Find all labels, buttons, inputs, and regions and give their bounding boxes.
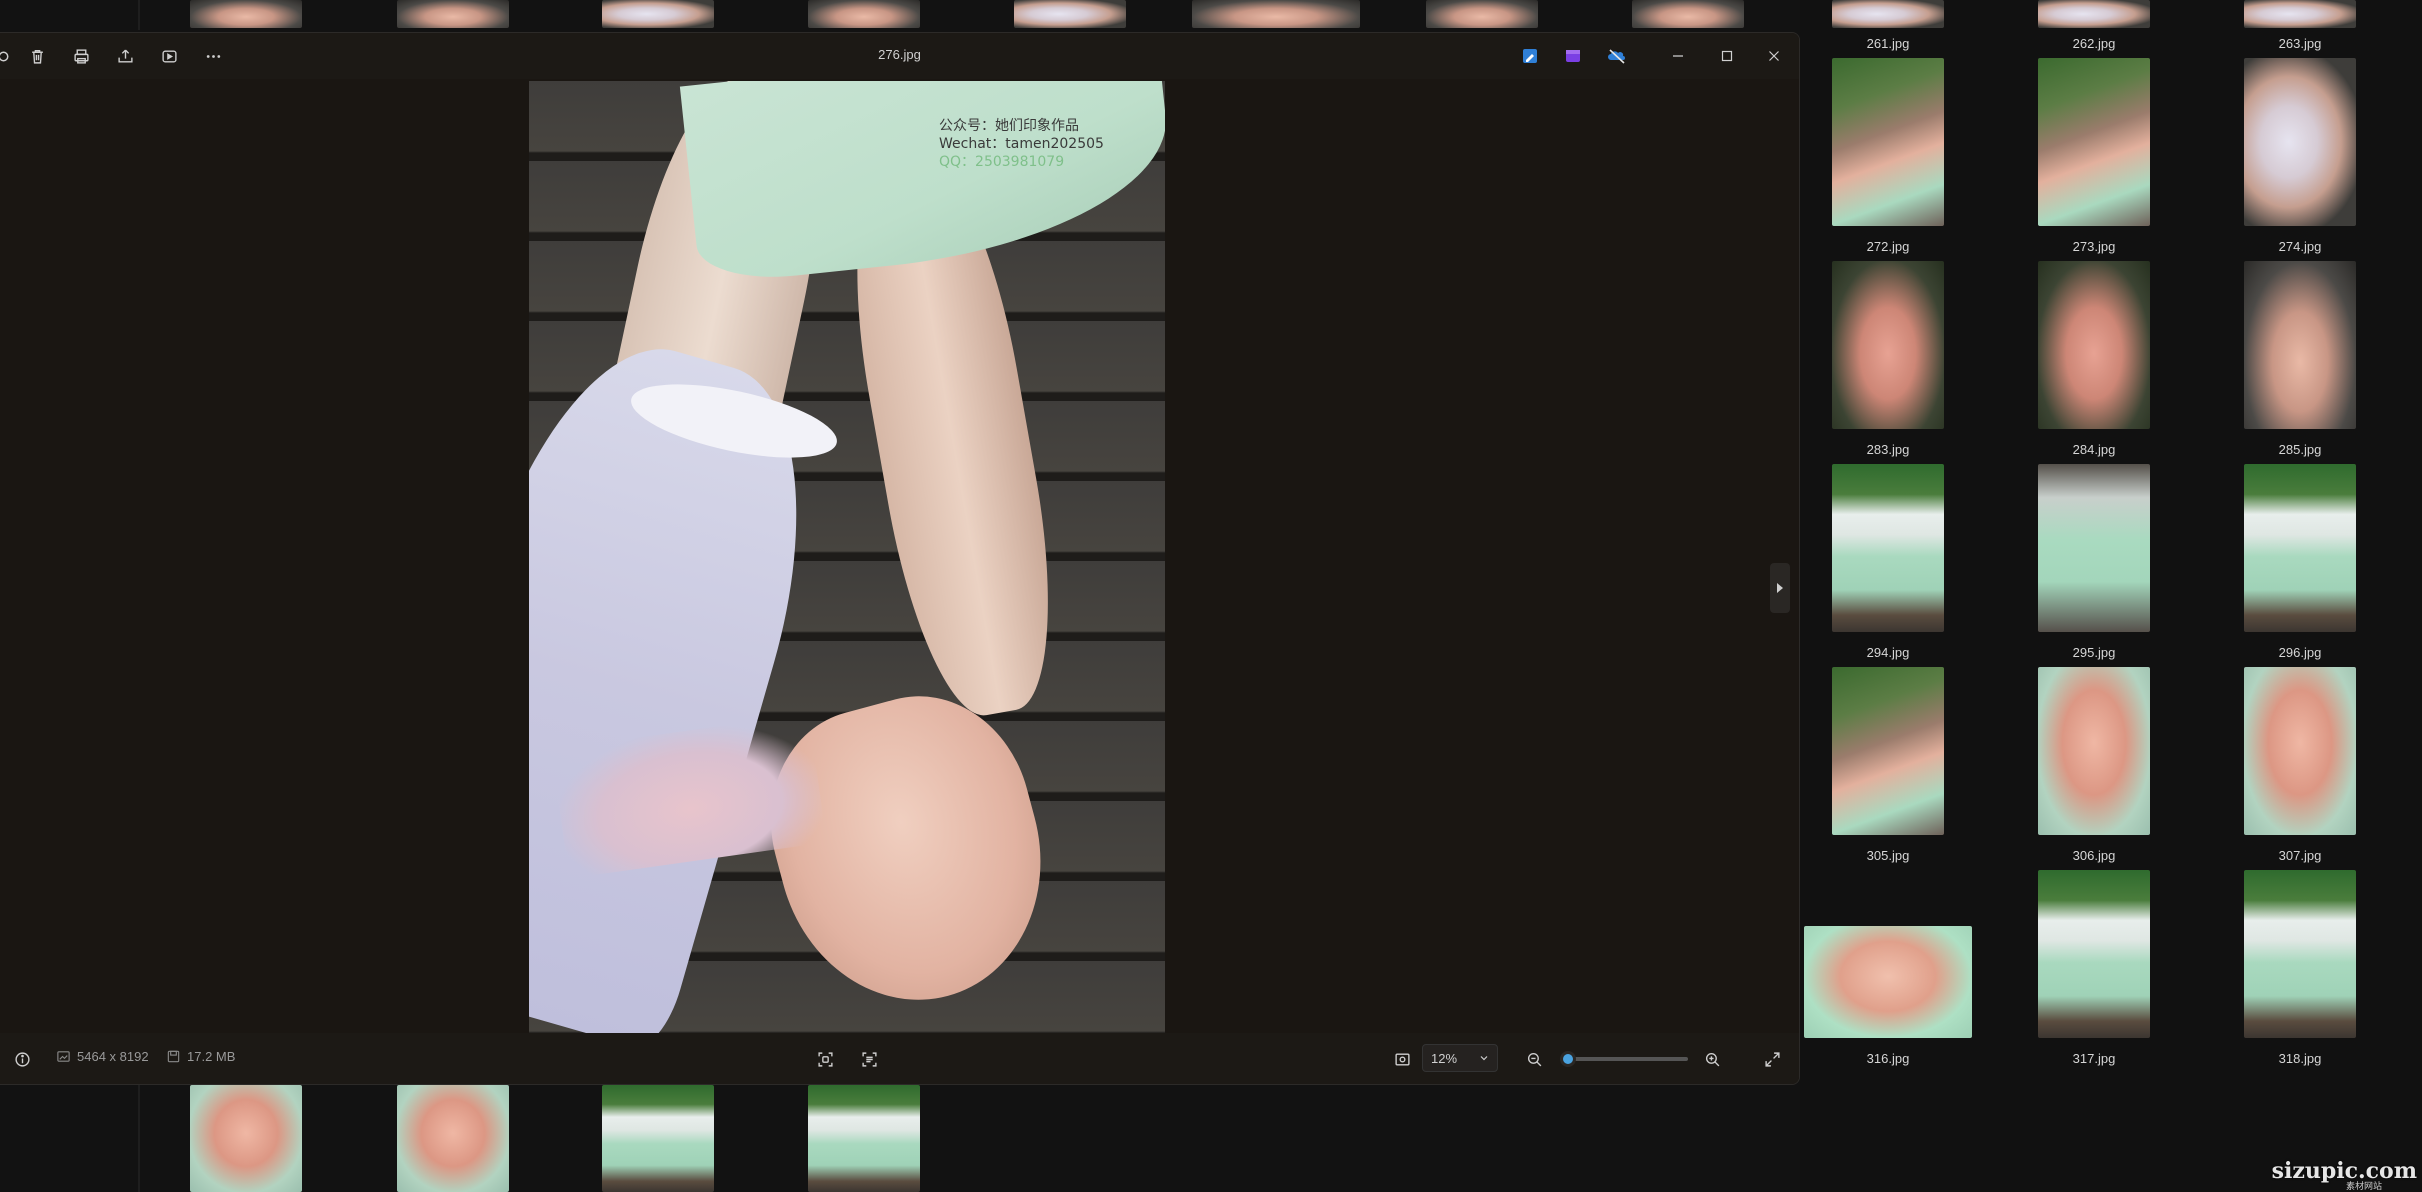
zoom-slider[interactable] [1560,1051,1688,1067]
maximize-icon[interactable] [1712,43,1742,69]
filmstrip-thumbnail[interactable] [1192,0,1360,28]
chevron-down-icon [1480,1056,1488,1061]
divider [138,0,140,30]
photo-viewer-window: 276.jpg 公众号：她们印象作品 Wechat：tamen202505 QQ… [0,32,1800,1085]
text-scan-icon[interactable] [857,1047,881,1071]
background-filmstrip-top [0,0,1800,30]
next-image-button[interactable] [1770,563,1790,613]
dimensions-text: 5464 x 8192 [77,1049,149,1064]
gallery-thumbnail[interactable] [2244,870,2356,1038]
gallery-item[interactable]: 316.jpg [1804,0,1972,1192]
background-filmstrip-bottom [0,1085,1800,1192]
filmstrip-thumbnail[interactable] [602,0,714,28]
gallery-thumbnail[interactable] [1804,926,1972,1038]
gallery-item-label: 318.jpg [2278,1051,2322,1066]
image-watermark-line1: 公众号：她们印象作品 [939,118,1079,134]
zoom-level-text: 12% [1431,1050,1458,1066]
save-disk-icon [167,1050,180,1063]
clipchamp-icon[interactable] [1563,46,1583,66]
more-icon[interactable] [200,43,226,69]
title-bar: 276.jpg [0,33,1799,79]
trash-icon[interactable] [24,43,50,69]
gallery-item-label: 317.jpg [2072,1051,2116,1066]
share-icon[interactable] [112,43,138,69]
printer-icon[interactable] [68,43,94,69]
displayed-photo[interactable]: 公众号：她们印象作品 Wechat：tamen202505 QQ：2503981… [529,81,1165,1037]
fit-to-window-icon[interactable] [1390,1047,1414,1071]
filmstrip-thumbnail[interactable] [397,1085,509,1192]
filmstrip-thumbnail[interactable] [1014,0,1126,28]
chevron-right-icon [1777,583,1783,593]
zoom-level-dropdown[interactable]: 12% [1422,1044,1498,1072]
divider [138,1085,140,1192]
gallery-item-label: 316.jpg [1866,1051,1910,1066]
image-watermark-line2: Wechat：tamen202505 [939,136,1104,152]
status-bar: 5464 x 8192 17.2 MB 12% [0,1033,1799,1084]
filmstrip-thumbnail[interactable] [190,0,302,28]
filmstrip-thumbnail[interactable] [808,0,920,28]
file-size-text: 17.2 MB [187,1049,236,1064]
zoom-slider-handle[interactable] [1560,1051,1576,1067]
thumbnail-gallery: 261.jpg 262.jpg 263.jpg 272.jpg 273.jpg 274.j… [1800,0,2422,1192]
gallery-thumbnail[interactable] [2038,870,2150,1038]
info-icon[interactable] [10,1047,34,1071]
minimize-icon[interactable] [1663,43,1693,69]
filmstrip-thumbnail[interactable] [1426,0,1538,28]
site-watermark-sub: 素材网站 [2345,1182,2382,1192]
filmstrip-thumbnail[interactable] [602,1085,714,1192]
edit-app-icon[interactable] [1520,46,1540,66]
fullscreen-icon[interactable] [1760,1047,1784,1071]
dimensions-icon [57,1051,70,1062]
gallery-item[interactable]: 317.jpg [2014,0,2174,1192]
image-watermark-line3: QQ：2503981079 [939,154,1065,170]
crop-icon[interactable] [813,1047,837,1071]
filmstrip-thumbnail[interactable] [190,1085,302,1192]
zoom-out-icon[interactable] [1522,1047,1546,1071]
filmstrip-thumbnail[interactable] [397,0,509,28]
zoom-in-icon[interactable] [1700,1047,1724,1071]
edit-partial-icon[interactable] [0,43,16,69]
file-size: 17.2 MB [166,1049,235,1064]
gallery-item[interactable]: 318.jpg [2220,0,2380,1192]
onedrive-icon[interactable] [1607,46,1627,66]
image-dimensions: 5464 x 8192 [56,1049,149,1064]
close-icon[interactable] [1759,43,1789,69]
slideshow-icon[interactable] [156,43,182,69]
filmstrip-thumbnail[interactable] [1632,0,1744,28]
filmstrip-thumbnail[interactable] [808,1085,920,1192]
site-watermark: sizupic.com [2271,1158,2417,1184]
